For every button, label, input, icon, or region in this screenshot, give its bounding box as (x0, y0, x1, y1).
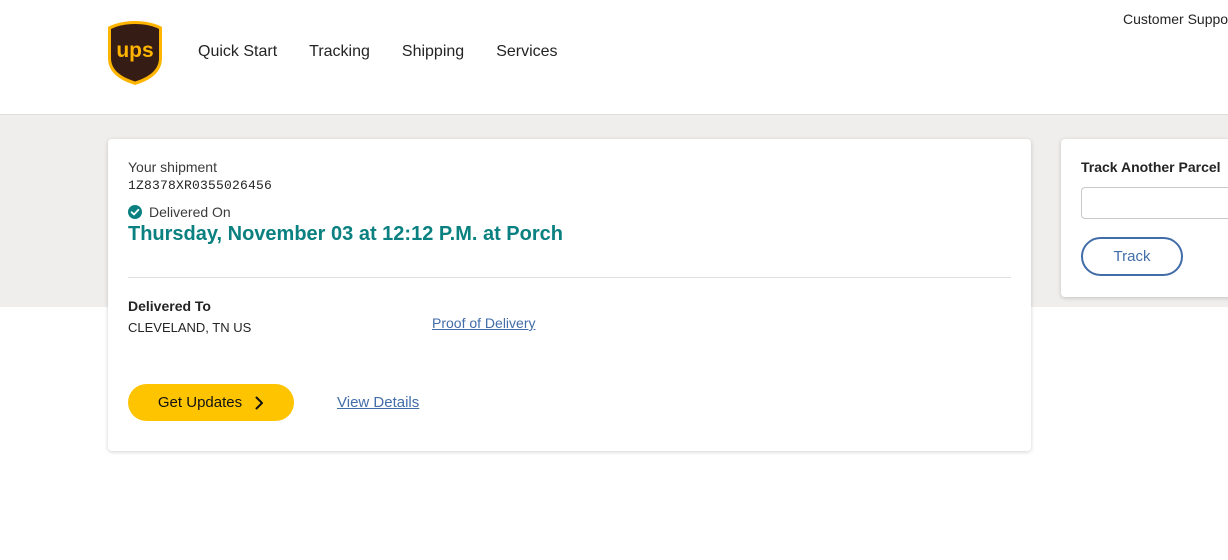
delivered-to-label: Delivered To (128, 298, 211, 314)
track-another-title: Track Another Parcel (1081, 159, 1221, 175)
tracking-number-input[interactable] (1081, 187, 1228, 219)
tracking-number: 1Z8378XR0355026456 (128, 178, 273, 193)
main-nav: Quick Start Tracking Shipping Services (198, 43, 590, 61)
delivered-datetime: Thursday, November 03 at 12:12 P.M. at P… (128, 223, 563, 245)
ups-logo[interactable]: ups (107, 20, 163, 86)
your-shipment-label: Your shipment (128, 159, 217, 175)
nav-item-quick-start[interactable]: Quick Start (198, 43, 277, 61)
view-details-link[interactable]: View Details (337, 394, 419, 411)
chevron-right-icon (255, 396, 264, 409)
nav-item-tracking[interactable]: Tracking (309, 43, 370, 61)
get-updates-button[interactable]: Get Updates (128, 384, 294, 421)
customer-support-link[interactable]: Customer Suppo (1123, 11, 1228, 27)
nav-item-services[interactable]: Services (496, 43, 557, 61)
delivery-status: Delivered On (128, 204, 231, 220)
logo-text: ups (116, 39, 153, 62)
proof-of-delivery-link[interactable]: Proof of Delivery (432, 315, 535, 331)
status-label: Delivered On (149, 204, 231, 220)
track-another-card: Track Another Parcel Track (1061, 139, 1228, 297)
shipment-card: Your shipment 1Z8378XR0355026456 Deliver… (108, 139, 1031, 451)
site-header: ups Quick Start Tracking Shipping Servic… (0, 0, 1228, 115)
check-circle-icon (128, 205, 142, 219)
delivered-to-location: CLEVELAND, TN US (128, 320, 252, 335)
get-updates-label: Get Updates (157, 394, 243, 411)
nav-item-shipping[interactable]: Shipping (402, 43, 464, 61)
card-divider (128, 277, 1011, 278)
track-button[interactable]: Track (1081, 237, 1183, 276)
